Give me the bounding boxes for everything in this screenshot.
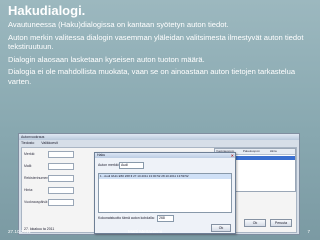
slide-title: Hakudialogi. (8, 3, 86, 18)
price-field[interactable] (48, 187, 74, 194)
footer-page-number: 7 (307, 229, 310, 234)
app-cancel-button[interactable]: Peruuta (270, 219, 292, 227)
label-make: Merkki: (24, 152, 36, 156)
label-registration: Rekisterinumero: (24, 176, 51, 180)
app-screenshot: Autonvuokraus Tiedosto Valikkoesit Merkk… (18, 133, 300, 235)
grid-col-return: Palautuspvm (242, 149, 261, 153)
bullet-3: Dialogin alaosaan lasketaan kyseisen aut… (8, 54, 205, 64)
registration-field[interactable] (48, 175, 74, 182)
car-info-textbox[interactable]: 1 - Audi 0A11 E50 268 € 27.10.2011 13:00… (98, 173, 232, 213)
bullet-4: Dialogia ei ole mahdollista muokata, vaa… (8, 67, 296, 86)
dialog-title: Haku (95, 153, 235, 158)
make-field[interactable] (48, 151, 74, 158)
app-tabs: Tiedosto Valikkoesit (21, 141, 64, 145)
app-tab-view[interactable]: Valikkoesit (41, 141, 57, 145)
rental-date-field[interactable] (48, 199, 74, 206)
search-dialog: Haku ✕ Auton merkki: Audi 1 - Audi 0A11 … (94, 152, 236, 234)
dialog-ok-button[interactable]: Ok (211, 224, 231, 232)
total-revenue-field: 268 (157, 215, 174, 222)
car-info-row: 1 - Audi 0A11 E50 268 € 27.10.2011 13:00… (99, 174, 231, 179)
grid-col-price: Hinta (269, 149, 277, 153)
label-model: Malli: (24, 164, 33, 168)
app-ok-button[interactable]: Ok (244, 219, 266, 227)
label-price: Hinta: (24, 188, 34, 192)
model-field[interactable] (48, 163, 74, 170)
app-main-panel: Merkki: Malli: Rekisterinumero: Hinta: V… (21, 147, 297, 234)
total-revenue-label: Kokonaistuotto tämä auton kohdalla: (98, 216, 155, 220)
car-make-select[interactable]: Audi (119, 162, 144, 169)
bullet-2: Auton merkin valitessa dialogin vasemman… (8, 32, 304, 52)
bullet-list: Avautuneessa (Haku)dialogissa on kantaan… (8, 20, 313, 90)
dialog-make-label: Auton merkki: (98, 163, 120, 167)
footer-date: 27.10.2011 (8, 229, 31, 234)
app-tab-file[interactable]: Tiedosto (21, 141, 34, 145)
footer-author: Matti Mertaniemi (128, 229, 162, 234)
app-window-title: Autonvuokraus (19, 134, 299, 140)
label-rental-date: Vuokrauspäivä: (24, 200, 48, 204)
bullet-1: Avautuneessa (Haku)dialogissa on kantaan… (8, 20, 229, 29)
close-icon[interactable]: ✕ (231, 153, 234, 158)
